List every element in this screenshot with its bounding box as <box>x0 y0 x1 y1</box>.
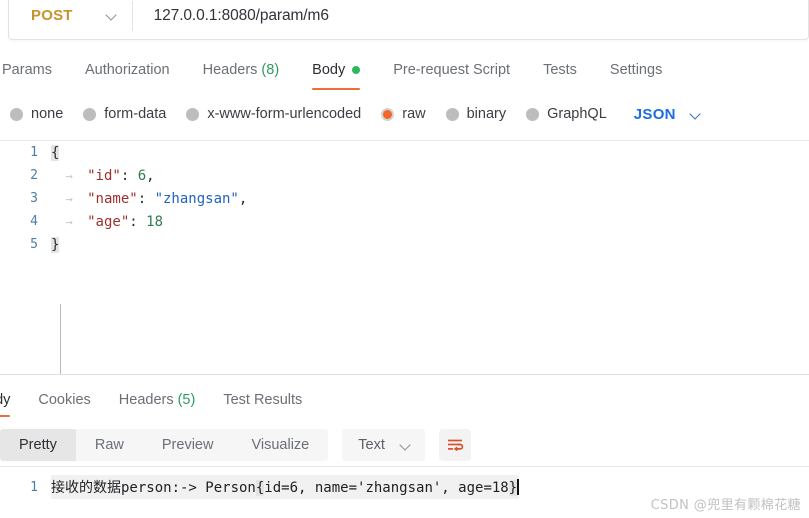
body-type-binary[interactable]: binary <box>445 106 507 122</box>
body-type-raw[interactable]: raw <box>381 106 426 122</box>
tab-settings[interactable]: Settings <box>610 49 662 91</box>
code-line: 2 → "id": 6, <box>0 164 809 187</box>
code-line: 4 → "age": 18 <box>0 210 809 233</box>
response-tab-cookies-label: Cookies <box>38 392 91 408</box>
code-line: 3 → "name": "zhangsan", <box>0 187 809 210</box>
tab-params[interactable]: Params <box>2 49 52 91</box>
body-type-binary-label: binary <box>466 106 507 122</box>
code-line: 1 { <box>0 141 809 164</box>
tab-body-label: Body <box>312 62 346 78</box>
view-mode-visualize-label: Visualize <box>251 437 310 453</box>
tab-pre-request-script-label: Pre-request Script <box>393 62 511 78</box>
response-prefix: 接收的数据person:-> Person <box>51 480 256 496</box>
tab-settings-label: Settings <box>609 62 663 78</box>
body-modified-dot-icon <box>352 66 361 74</box>
chevron-down-icon <box>691 109 702 120</box>
csdn-watermark: CSDN @兜里有颗棉花糖 <box>650 498 801 513</box>
tab-headers-label: Headers <box>202 62 258 78</box>
view-mode-raw[interactable]: Raw <box>76 429 143 461</box>
body-type-form-data-label: form-data <box>104 106 167 122</box>
line-number: 1 <box>30 479 38 495</box>
view-mode-preview[interactable]: Preview <box>143 429 233 461</box>
response-format-label: Text <box>358 437 385 453</box>
view-mode-pretty-label: Pretty <box>19 437 57 453</box>
radio-icon <box>526 107 540 121</box>
raw-format-dropdown[interactable]: JSON <box>634 106 702 123</box>
body-type-none-label: none <box>31 106 64 122</box>
line-number: 3 <box>30 191 38 206</box>
line-number: 1 <box>30 145 38 160</box>
code-line: 5 } <box>0 233 809 256</box>
radio-selected-icon <box>381 107 395 121</box>
line-number: 4 <box>30 214 38 229</box>
body-type-raw-label: raw <box>402 106 426 122</box>
code-text: { <box>51 144 60 161</box>
code-text: → "name": "zhangsan", <box>51 190 248 207</box>
response-tab-cookies[interactable]: Cookies <box>38 383 90 417</box>
raw-format-label: JSON <box>633 105 676 123</box>
tab-body[interactable]: Body <box>312 49 361 91</box>
line-number: 5 <box>30 237 38 252</box>
response-tab-headers-count: (5) <box>177 392 196 408</box>
response-tab-headers[interactable]: Headers (5) <box>119 383 196 417</box>
word-wrap-icon <box>447 439 464 452</box>
request-url-input[interactable] <box>132 0 808 40</box>
code-text: → "age": 18 <box>51 213 164 230</box>
http-method-dropdown[interactable]: POST <box>9 0 132 39</box>
body-type-radio-group: none form-data x-www-form-urlencoded raw… <box>0 96 809 132</box>
view-mode-pretty[interactable]: Pretty <box>0 429 76 461</box>
response-tab-headers-label: Headers <box>118 392 174 408</box>
tab-headers[interactable]: Headers (8) <box>203 49 280 91</box>
tab-authorization[interactable]: Authorization <box>85 49 170 91</box>
word-wrap-button[interactable] <box>438 429 471 461</box>
body-type-urlencoded-label: x-www-form-urlencoded <box>207 106 362 122</box>
response-tabs: ody Cookies Headers (5) Test Results <box>0 382 809 418</box>
tab-body-active-underline <box>312 87 361 90</box>
radio-icon <box>10 107 23 121</box>
response-tab-body[interactable]: ody <box>0 383 11 417</box>
response-close-brace: } <box>508 480 518 496</box>
response-view-mode-group: Pretty Raw Preview Visualize <box>0 429 329 461</box>
view-mode-preview-label: Preview <box>161 437 214 453</box>
tab-authorization-label: Authorization <box>84 62 170 78</box>
http-method-label: POST <box>31 7 73 24</box>
indent-guide <box>60 304 61 374</box>
chevron-down-icon <box>401 440 412 451</box>
code-text: → "id": 6, <box>51 167 155 184</box>
response-format-dropdown[interactable]: Text <box>342 429 425 461</box>
code-text: } <box>51 236 60 253</box>
response-inner: id=6, name='zhangsan', age=18 <box>264 480 509 496</box>
tab-pre-request-script[interactable]: Pre-request Script <box>393 49 510 91</box>
tab-params-label: Params <box>2 62 52 78</box>
tab-tests[interactable]: Tests <box>543 49 577 91</box>
text-caret <box>517 479 519 495</box>
request-url-bar: POST <box>8 0 809 40</box>
radio-icon <box>445 107 459 121</box>
body-type-none[interactable]: none <box>10 106 63 122</box>
response-tab-body-active-underline <box>0 414 11 417</box>
response-tab-body-label: ody <box>0 392 11 408</box>
line-number: 2 <box>30 168 38 183</box>
body-type-graphql-label: GraphQL <box>547 106 607 122</box>
response-section-divider <box>0 374 809 375</box>
view-mode-visualize[interactable]: Visualize <box>232 429 328 461</box>
radio-icon <box>83 107 97 121</box>
tab-headers-count: (8) <box>261 62 280 78</box>
view-mode-raw-label: Raw <box>94 437 124 453</box>
radio-icon <box>186 107 200 121</box>
response-body-text: 接收的数据person:-> Person{id=6, name='zhangs… <box>51 475 519 499</box>
tab-tests-label: Tests <box>543 62 577 78</box>
body-type-graphql[interactable]: GraphQL <box>526 106 607 122</box>
response-tab-test-results-label: Test Results <box>223 392 303 408</box>
response-toolbar: Pretty Raw Preview Visualize Text <box>0 428 809 462</box>
request-tabs: Params Authorization Headers (8) Body Pr… <box>0 49 809 91</box>
request-body-editor[interactable]: 1 { 2 → "id": 6, 3 → "name": "zhangsan",… <box>0 140 809 374</box>
chevron-down-icon <box>107 10 118 21</box>
body-type-urlencoded[interactable]: x-www-form-urlencoded <box>186 106 361 122</box>
response-tab-test-results[interactable]: Test Results <box>223 383 302 417</box>
body-type-form-data[interactable]: form-data <box>83 106 166 122</box>
